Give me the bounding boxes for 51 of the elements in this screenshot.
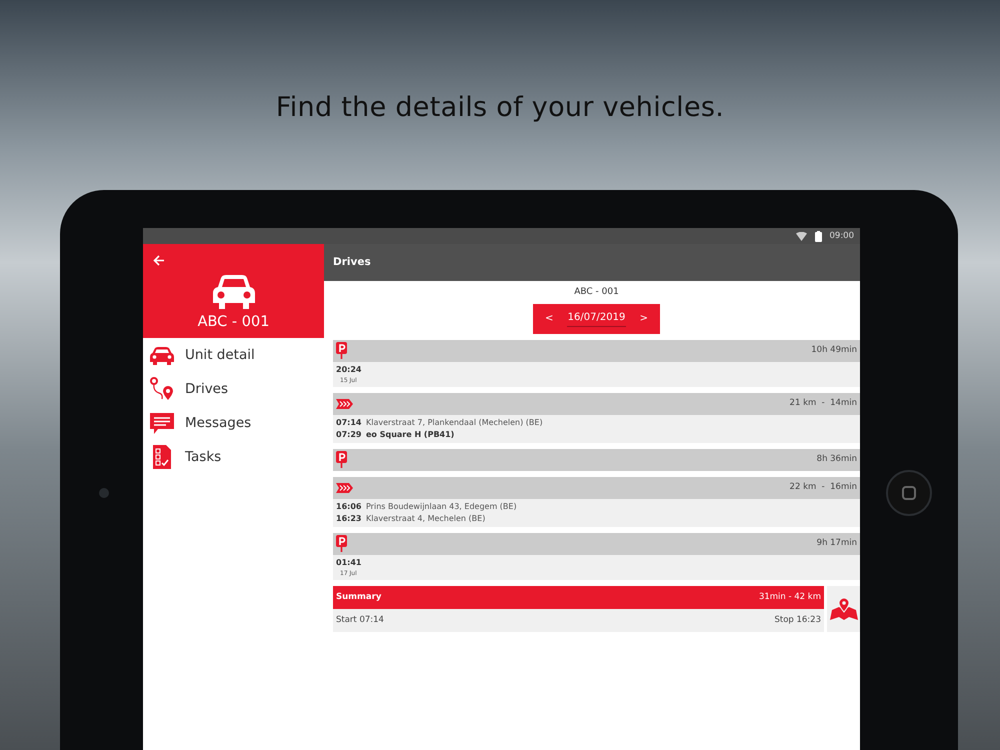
map-pin-icon [830,598,858,620]
address: Klaverstraat 4, Mechelen (BE) [366,512,486,524]
start-time: Start 07:14 [336,614,384,626]
duration: 22 km - 16min [790,481,857,494]
date-field[interactable]: 16/07/2019 [566,310,626,327]
address: Klaverstraat 7, Plankendaal (Mechelen) (BE) [366,416,543,428]
time: 01:41 [336,556,362,568]
address: eo Square H (PB41) [366,428,454,440]
menu-item[interactable]: Unit detail [143,338,324,372]
next-day-button[interactable]: > [640,311,648,326]
car-icon [212,274,256,310]
unit-name: ABC - 001 [198,313,270,332]
entry-header[interactable]: 22 km - 16min [333,476,860,498]
menu-item[interactable]: Drives [143,372,324,406]
status-time: 09:00 [830,230,854,242]
duration: 21 km - 14min [790,397,857,410]
duration: 8h 36min [816,453,857,466]
time: 07:14 [336,416,362,428]
entry-header[interactable]: 9h 17min [333,532,860,554]
summary-totals: 31min - 42 km [758,590,821,604]
entry-header[interactable]: 10h 49min [333,340,860,362]
map-button[interactable] [827,586,860,632]
time: 16:23 [336,512,362,524]
parking-sign-icon [336,342,347,359]
app-bar-title: Drives [324,244,860,281]
entry-header[interactable]: 21 km - 14min [333,392,860,414]
entry-header[interactable]: 8h 36min [333,448,860,470]
chevrons-icon [336,482,353,492]
menu-item[interactable]: Messages [143,406,324,440]
message-icon [149,410,175,436]
stop-time: Stop 16:23 [774,614,821,626]
time: 16:06 [336,500,362,512]
menu-item[interactable]: Tasks [143,440,324,474]
parking-sign-icon [336,451,347,468]
address: Prins Boudewijnlaan 43, Edegem (BE) [366,500,517,512]
route-pin-icon [149,376,175,402]
duration: 9h 17min [816,537,857,550]
time: 07:29 [336,428,362,440]
camera-icon [99,488,109,498]
unit-label: ABC - 001 [573,286,620,299]
parking-sign-icon [336,535,347,552]
wifi-icon [796,232,806,240]
duration: 10h 49min [811,344,857,357]
chevrons-icon [336,398,353,408]
home-button[interactable] [886,470,932,516]
time: 20:24 [336,364,362,376]
back-arrow-icon[interactable] [153,255,165,266]
previous-day-button[interactable]: < [545,311,554,326]
summary-title: Summary [336,590,382,604]
battery-icon [814,230,822,242]
headline: Find the details of your vehicles. [274,91,726,125]
